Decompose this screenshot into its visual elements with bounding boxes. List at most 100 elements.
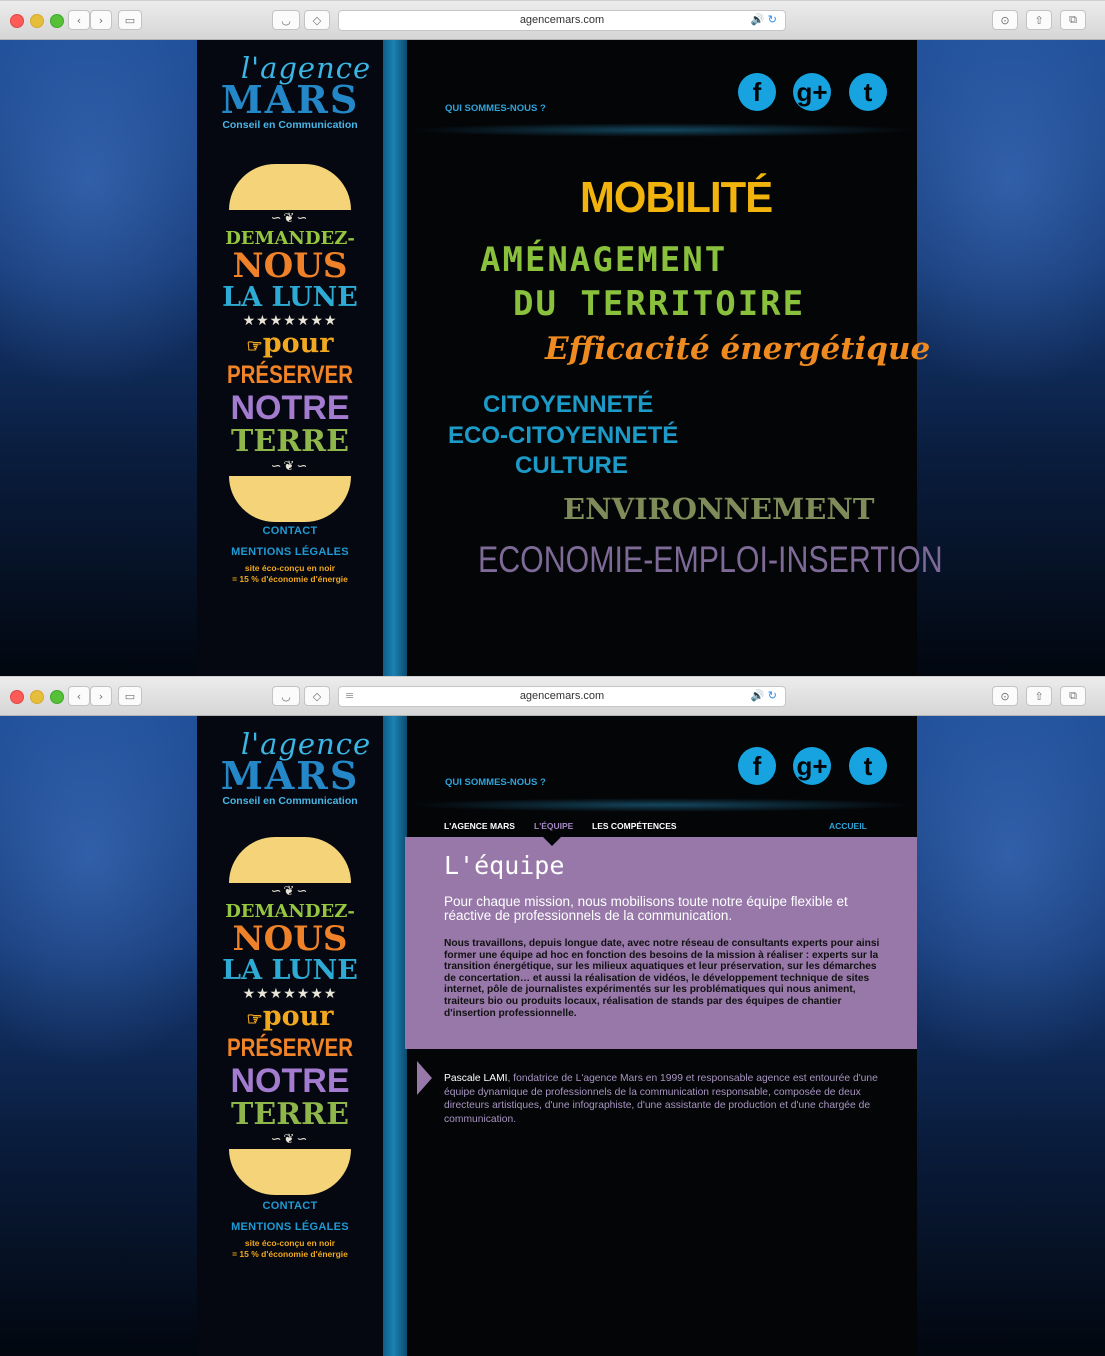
google-plus-icon[interactable]: g+ [793,747,831,785]
sun-top-graphic [229,837,351,883]
ornament-top: ∽❦∽ [270,211,310,226]
keyword-environnement[interactable]: ENVIRONNEMENT [563,492,874,526]
triangle-marker-icon [417,1061,432,1095]
nav-equipe[interactable]: L'ÉQUIPE [534,821,573,831]
download-icon: ⊙ [1000,13,1010,27]
sidebar-toggle-button[interactable]: ▭ [118,10,142,30]
facebook-icon[interactable]: f [738,73,776,111]
mentions-legales-link[interactable]: MENTIONS LÉGALES [197,1217,383,1238]
minimize-window-button[interactable] [30,690,44,704]
poster-line7: TERRE [231,1097,349,1132]
logo-line2: MARS [220,77,360,122]
equipe-lead: Pour chaque mission, nous mobilisons tou… [444,894,848,923]
reload-icon[interactable]: ↻ [768,689,777,702]
close-window-button[interactable] [10,14,24,28]
forward-button[interactable]: › [90,686,112,706]
downloads-button[interactable]: ⊙ [992,686,1018,706]
zoom-window-button[interactable] [50,690,64,704]
browser-window-home: ‹ › ▭ ◡ ◇ agencemars.com 🔊 ↻ ⊙ ⇧ ⧉ l'age… [0,0,1105,677]
logo-tagline: Conseil en Communication [222,119,358,131]
downloads-button[interactable]: ⊙ [992,10,1018,30]
back-button[interactable]: ‹ [68,10,90,30]
contact-link[interactable]: CONTACT [197,1196,383,1217]
facebook-icon[interactable]: f [738,747,776,785]
active-tab-caret [543,837,561,846]
minimize-window-button[interactable] [30,14,44,28]
keyword-eco-citoyennete[interactable]: ECO-CITOYENNETÉ [448,422,678,450]
poster-line2: NOUS [232,919,348,959]
keyword-efficacite[interactable]: Efficacité énergétique [545,331,930,367]
google-plus-icon[interactable]: g+ [793,73,831,111]
tabs-button[interactable]: ⧉ [1060,10,1086,30]
agence-mars-logo[interactable]: l'agence MARS Conseil en Communication [197,53,383,131]
qui-sommes-nous-link[interactable]: QUI SOMMES-NOUS ? [445,777,546,788]
browser-window-equipe: ‹ › ▭ ◡ ◇ ≡ agencemars.com 🔊 ↻ ⊙ ⇧ ⧉ l'a… [0,676,1105,1356]
keyword-culture[interactable]: CULTURE [515,452,628,480]
sun-bottom-graphic [229,1149,351,1195]
tabs-button[interactable]: ⧉ [1060,686,1086,706]
equipe-body: Nous travaillons, depuis longue date, av… [444,938,880,1019]
share-button[interactable]: ⇧ [1026,10,1052,30]
eco-note-line2: = 15 % d'économie d'énergie [232,574,348,584]
sidebar-links: CONTACT MENTIONS LÉGALES site éco-conçu … [197,1196,383,1260]
sidebar-icon: ▭ [124,13,136,27]
ornament-bottom: ∽❦∽ [270,1132,310,1147]
pocket-icon: ◡ [281,13,291,27]
address-bar[interactable]: ≡ agencemars.com 🔊 ↻ [338,686,786,707]
contact-link[interactable]: CONTACT [197,521,383,542]
poster-line4: ☞pour [246,328,334,359]
forward-button[interactable]: › [90,10,112,30]
poster-line5: PRÉSERVER [226,1034,354,1062]
nav-competences[interactable]: LES COMPÉTENCES [592,821,677,831]
pocket-icon: ◡ [281,689,291,703]
poster-line4: ☞pour [246,1001,334,1032]
zoom-window-button[interactable] [50,14,64,28]
eco-note-line1: site éco-conçu en noir [244,1238,336,1248]
chevron-left-icon: ‹ [76,13,82,27]
keyword-citoyennete[interactable]: CITOYENNETÉ [483,391,653,419]
pascale-paragraph: Pascale LAMI, fondatrice de L'agence Mar… [444,1072,884,1126]
extension-button[interactable]: ◇ [304,10,330,30]
header-glow [407,798,917,812]
poster-line3: LA LUNE [222,282,358,313]
audio-reload-icons[interactable]: 🔊 ↻ [751,13,777,26]
ornament-bottom: ∽❦∽ [270,459,310,474]
nav-accueil[interactable]: ACCUEIL [829,821,867,831]
mentions-legales-link[interactable]: MENTIONS LÉGALES [197,542,383,563]
pocket-button[interactable]: ◡ [272,10,300,30]
address-bar[interactable]: agencemars.com 🔊 ↻ [338,10,786,31]
ornament-top: ∽❦∽ [270,884,310,899]
reload-icon[interactable]: ↻ [768,13,777,26]
sub-navigation: L'AGENCE MARS L'ÉQUIPE LES COMPÉTENCES A… [407,815,917,837]
audio-icon[interactable]: 🔊 [751,13,765,26]
back-button[interactable]: ‹ [68,686,90,706]
share-icon: ⇧ [1034,689,1044,703]
chevron-right-icon: › [98,689,104,703]
poster-line5: PRÉSERVER [226,361,354,389]
keyword-economie[interactable]: ECONOMIE-EMPLOI-INSERTION [478,539,943,581]
nav-agence-mars[interactable]: L'AGENCE MARS [444,821,515,831]
page-title: L'équipe [444,851,565,880]
keyword-du-territoire[interactable]: DU TERRITOIRE [513,284,805,324]
qui-sommes-nous-link[interactable]: QUI SOMMES-NOUS ? [445,103,546,114]
sun-bottom-graphic [229,476,351,522]
blue-stripe [383,40,407,677]
chevron-left-icon: ‹ [76,689,82,703]
sidebar-toggle-button[interactable]: ▭ [118,686,142,706]
poster: ∽❦∽ DEMANDEZ- NOUS LA LUNE ★★★★★★★ ☞pour… [197,164,383,522]
poster: ∽❦∽ DEMANDEZ- NOUS LA LUNE ★★★★★★★ ☞pour… [197,837,383,1195]
twitter-icon[interactable]: t [849,747,887,785]
poster-line7: TERRE [231,424,349,459]
keyword-mobilite[interactable]: MOBILITÉ [580,173,773,223]
tabs-icon: ⧉ [1069,13,1077,26]
twitter-icon[interactable]: t [849,73,887,111]
agence-mars-logo[interactable]: l'agence MARS Conseil en Communication [197,729,383,807]
audio-reload-icons[interactable]: 🔊 ↻ [751,689,777,702]
close-window-button[interactable] [10,690,24,704]
audio-icon[interactable]: 🔊 [751,689,765,702]
share-button[interactable]: ⇧ [1026,686,1052,706]
extension-button[interactable]: ◇ [304,686,330,706]
keyword-amenagement[interactable]: AMÉNAGEMENT [480,240,727,280]
logo-line2: MARS [220,753,360,798]
pocket-button[interactable]: ◡ [272,686,300,706]
